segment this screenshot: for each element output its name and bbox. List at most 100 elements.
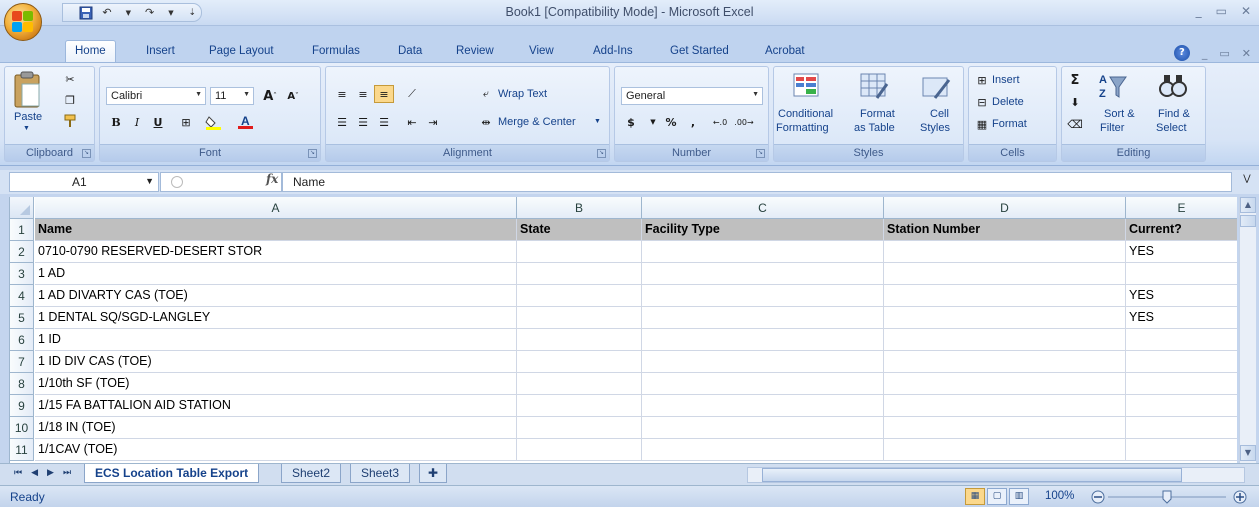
- align-center-icon[interactable]: ☰: [353, 113, 373, 131]
- table-cell[interactable]: [1126, 351, 1237, 373]
- row-header[interactable]: 10: [10, 417, 34, 439]
- sort-filter-label-1[interactable]: Sort &: [1104, 108, 1135, 120]
- format-cells-label[interactable]: Format: [992, 118, 1027, 130]
- scroll-down-icon[interactable]: ▼: [1240, 445, 1256, 461]
- table-cell[interactable]: [642, 351, 884, 373]
- sort-filter-icon[interactable]: AZ: [1098, 71, 1128, 104]
- wrap-text-icon[interactable]: ⤶: [476, 85, 496, 103]
- table-cell[interactable]: 1/1CAV (TOE): [35, 439, 517, 461]
- decrease-indent-icon[interactable]: ⇤: [402, 113, 422, 131]
- number-dialog-launcher-icon[interactable]: ↘: [756, 149, 765, 158]
- increase-indent-icon[interactable]: ⇥: [423, 113, 443, 131]
- bold-icon[interactable]: B: [106, 113, 126, 131]
- first-sheet-icon[interactable]: ⏮: [14, 468, 22, 478]
- table-header-cell[interactable]: Facility Type: [642, 219, 884, 241]
- insert-function-icon[interactable]: fx: [266, 172, 278, 186]
- sort-filter-label-2[interactable]: Filter: [1100, 122, 1124, 134]
- font-name-combo[interactable]: Calibri ▼: [106, 87, 206, 105]
- insert-cells-icon[interactable]: ⊞: [972, 71, 992, 89]
- font-size-combo[interactable]: 11 ▼: [210, 87, 254, 105]
- maximize-icon[interactable]: ▭: [1216, 4, 1227, 18]
- table-cell[interactable]: [642, 307, 884, 329]
- prev-sheet-icon[interactable]: ◀: [31, 468, 38, 478]
- table-cell[interactable]: [884, 241, 1126, 263]
- table-cell[interactable]: [884, 329, 1126, 351]
- currency-icon[interactable]: $: [621, 113, 641, 131]
- format-painter-icon[interactable]: [60, 112, 80, 130]
- table-cell[interactable]: [1126, 373, 1237, 395]
- tab-formulas[interactable]: Formulas: [312, 45, 360, 57]
- table-cell[interactable]: [884, 439, 1126, 461]
- table-cell[interactable]: [517, 241, 642, 263]
- help-icon[interactable]: ?: [1173, 45, 1190, 61]
- row-header[interactable]: 8: [10, 373, 34, 395]
- page-break-view-icon[interactable]: ▥: [1009, 488, 1029, 505]
- tab-acrobat[interactable]: Acrobat: [765, 45, 805, 57]
- sheet-tab-sheet2[interactable]: Sheet2: [281, 464, 342, 483]
- table-header-cell[interactable]: State: [517, 219, 642, 241]
- conditional-formatting-label-2[interactable]: Formatting: [776, 122, 829, 134]
- copy-icon[interactable]: ❐: [60, 91, 80, 109]
- delete-cells-label[interactable]: Delete: [992, 96, 1024, 108]
- table-cell[interactable]: [642, 395, 884, 417]
- tab-data[interactable]: Data: [398, 45, 422, 57]
- table-cell[interactable]: 1/15 FA BATTALION AID STATION: [35, 395, 517, 417]
- vertical-scrollbar[interactable]: ▲ ▼: [1239, 197, 1256, 463]
- office-button[interactable]: [4, 3, 42, 41]
- fill-icon[interactable]: ⬇: [1065, 93, 1085, 111]
- tab-review[interactable]: Review: [456, 45, 494, 57]
- table-cell[interactable]: [642, 417, 884, 439]
- table-cell[interactable]: [517, 395, 642, 417]
- align-bottom-icon[interactable]: ≡: [374, 85, 394, 103]
- table-cell[interactable]: YES: [1126, 285, 1237, 307]
- table-cell[interactable]: [884, 373, 1126, 395]
- minimize-icon[interactable]: _: [1196, 4, 1202, 18]
- borders-icon[interactable]: ⊞: [176, 113, 196, 131]
- column-header-c[interactable]: C: [642, 197, 884, 219]
- table-header-cell[interactable]: Current?: [1126, 219, 1237, 241]
- scroll-up-icon[interactable]: ▲: [1240, 197, 1256, 213]
- table-cell[interactable]: 1 AD: [35, 263, 517, 285]
- cell-styles-label-1[interactable]: Cell: [930, 108, 949, 120]
- delete-cells-icon[interactable]: ⊟: [972, 93, 992, 111]
- shrink-font-icon[interactable]: Aˇ: [283, 87, 303, 105]
- table-cell[interactable]: [517, 417, 642, 439]
- clear-icon[interactable]: ⌫: [1065, 115, 1085, 133]
- wrap-text-label[interactable]: Wrap Text: [498, 88, 547, 100]
- autosum-icon[interactable]: Σ: [1065, 71, 1085, 89]
- row-header[interactable]: 6: [10, 329, 34, 351]
- table-cell[interactable]: [884, 417, 1126, 439]
- decrease-decimal-icon[interactable]: .00→: [734, 113, 754, 131]
- merge-center-label[interactable]: Merge & Center: [498, 116, 576, 128]
- table-cell[interactable]: YES: [1126, 241, 1237, 263]
- table-cell[interactable]: [642, 263, 884, 285]
- font-dialog-launcher-icon[interactable]: ↘: [308, 149, 317, 158]
- table-cell[interactable]: [1126, 439, 1237, 461]
- table-cell[interactable]: 1/10th SF (TOE): [35, 373, 517, 395]
- column-header-b[interactable]: B: [517, 197, 642, 219]
- tab-add-ins[interactable]: Add-Ins: [593, 45, 633, 57]
- table-cell[interactable]: [1126, 263, 1237, 285]
- paste-icon[interactable]: [11, 71, 43, 114]
- paste-label[interactable]: Paste: [14, 111, 42, 123]
- table-cell[interactable]: YES: [1126, 307, 1237, 329]
- conditional-formatting-label-1[interactable]: Conditional: [778, 108, 833, 120]
- table-cell[interactable]: [517, 285, 642, 307]
- format-as-table-label-2[interactable]: as Table: [854, 122, 895, 134]
- grow-font-icon[interactable]: Aˆ: [260, 87, 280, 105]
- table-cell[interactable]: [1126, 417, 1237, 439]
- italic-icon[interactable]: I: [127, 113, 147, 131]
- sheet-tab-sheet3[interactable]: Sheet3: [350, 464, 411, 483]
- increase-decimal-icon[interactable]: ←.0: [710, 113, 730, 131]
- table-header-cell[interactable]: Station Number: [884, 219, 1126, 241]
- row-header[interactable]: 1: [10, 219, 34, 241]
- align-left-icon[interactable]: ☰: [332, 113, 352, 131]
- conditional-formatting-icon[interactable]: [792, 72, 822, 103]
- table-cell[interactable]: [642, 373, 884, 395]
- table-cell[interactable]: [884, 395, 1126, 417]
- table-cell[interactable]: [642, 329, 884, 351]
- table-cell[interactable]: 1 AD DIVARTY CAS (TOE): [35, 285, 517, 307]
- tab-page-layout[interactable]: Page Layout: [209, 45, 274, 57]
- next-sheet-icon[interactable]: ▶: [47, 468, 54, 478]
- cut-icon[interactable]: ✂: [60, 70, 80, 88]
